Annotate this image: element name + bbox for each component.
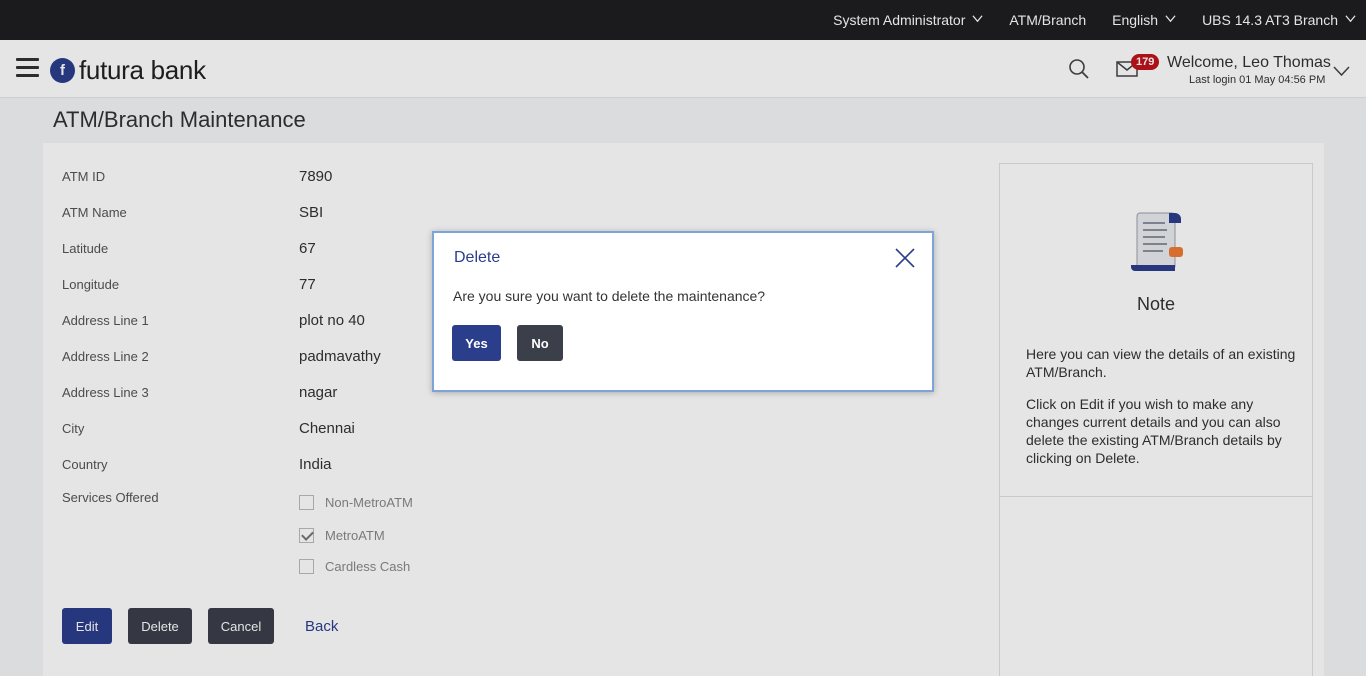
dialog-message: Are you sure you want to delete the main… — [453, 288, 766, 304]
delete-confirm-dialog: Delete Are you sure you want to delete t… — [432, 231, 934, 392]
no-button[interactable]: No — [517, 325, 563, 361]
dialog-title: Delete — [454, 249, 501, 266]
yes-button[interactable]: Yes — [452, 325, 501, 361]
close-icon[interactable] — [894, 247, 916, 269]
